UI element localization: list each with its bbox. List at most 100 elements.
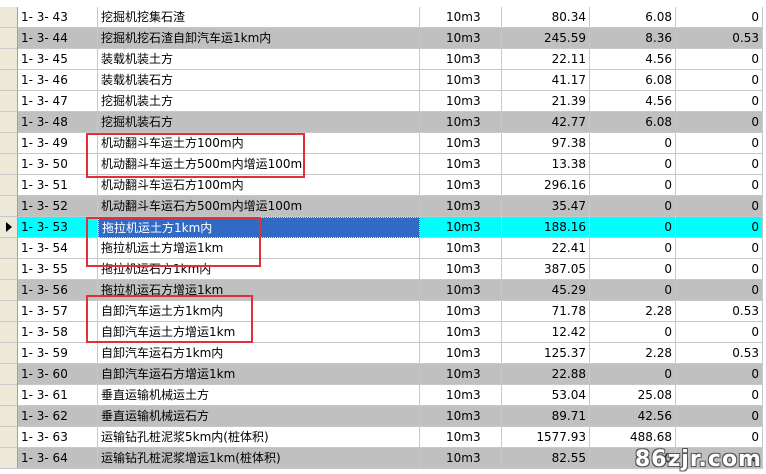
unit-cell[interactable]: 10m3: [420, 217, 502, 238]
row-indicator[interactable]: [0, 175, 18, 196]
table-row[interactable]: 1- 3- 54 拖拉机运土方增运1km 10m3 22.41 0 0: [0, 238, 766, 259]
table-row[interactable]: 1- 3- 46 装载机装石方 10m3 41.17 6.08 0: [0, 70, 766, 91]
table-row[interactable]: 1- 3- 57 自卸汽车运土方1km内 10m3 71.78 2.28 0.53: [0, 301, 766, 322]
value-cell-1[interactable]: 22.88: [502, 364, 590, 385]
value-cell-1[interactable]: 296.16: [502, 175, 590, 196]
unit-cell[interactable]: 10m3: [420, 406, 502, 427]
unit-cell[interactable]: 10m3: [420, 238, 502, 259]
value-cell-1[interactable]: 13.38: [502, 154, 590, 175]
table-row[interactable]: 1- 3- 53 拖拉机运土方1km内 10m3 188.16 0 0: [0, 217, 766, 238]
value-cell-2[interactable]: 0: [590, 322, 676, 343]
row-indicator[interactable]: [0, 385, 18, 406]
value-cell-1[interactable]: 80.34: [502, 7, 590, 28]
table-row[interactable]: 1- 3- 63 运输钻孔桩泥浆5km内(桩体积) 10m3 1577.93 488.6…: [0, 427, 766, 448]
unit-cell[interactable]: 10m3: [420, 154, 502, 175]
name-cell[interactable]: 自卸汽车运土方增运1km: [98, 322, 420, 343]
value-cell-1[interactable]: 42.77: [502, 112, 590, 133]
value-cell-3[interactable]: 0: [676, 259, 763, 280]
value-cell-1[interactable]: 245.59: [502, 28, 590, 49]
value-cell-1[interactable]: 82.55: [502, 448, 590, 469]
row-indicator[interactable]: [0, 7, 18, 28]
unit-cell[interactable]: 10m3: [420, 175, 502, 196]
unit-cell[interactable]: 10m3: [420, 28, 502, 49]
value-cell-3[interactable]: 0: [676, 133, 763, 154]
row-indicator[interactable]: [0, 448, 18, 469]
row-indicator[interactable]: [0, 238, 18, 259]
name-cell[interactable]: 垂直运输机械运石方: [98, 406, 420, 427]
value-cell-1[interactable]: 35.47: [502, 196, 590, 217]
row-indicator[interactable]: [0, 322, 18, 343]
value-cell-2[interactable]: 8.36: [590, 28, 676, 49]
value-cell-1[interactable]: 12.42: [502, 322, 590, 343]
unit-cell[interactable]: 10m3: [420, 322, 502, 343]
unit-cell[interactable]: 10m3: [420, 301, 502, 322]
unit-cell[interactable]: 10m3: [420, 364, 502, 385]
value-cell-3[interactable]: 0: [676, 70, 763, 91]
row-indicator[interactable]: [0, 133, 18, 154]
value-cell-3[interactable]: 0: [676, 196, 763, 217]
table-row[interactable]: 1- 3- 59 自卸汽车运石方1km内 10m3 125.37 2.28 0.53: [0, 343, 766, 364]
unit-cell[interactable]: 10m3: [420, 49, 502, 70]
name-cell[interactable]: 拖拉机运土方增运1km: [98, 238, 420, 259]
row-indicator[interactable]: [0, 343, 18, 364]
table-row[interactable]: 1- 3- 60 自卸汽车运石方增运1km 10m3 22.88 0 0: [0, 364, 766, 385]
value-cell-2[interactable]: 0: [590, 175, 676, 196]
code-cell[interactable]: 1- 3- 59: [18, 343, 98, 364]
code-cell[interactable]: 1- 3- 50: [18, 154, 98, 175]
row-indicator[interactable]: [0, 427, 18, 448]
table-row[interactable]: 1- 3- 52 机动翻斗车运石方500m内增运100m 10m3 35.47 0 0: [0, 196, 766, 217]
value-cell-2[interactable]: 0: [590, 217, 676, 238]
value-cell-2[interactable]: 4.56: [590, 91, 676, 112]
table-row[interactable]: 1- 3- 44 挖掘机挖石渣自卸汽车运1km内 10m3 245.59 8.36 0.5…: [0, 28, 766, 49]
table-row[interactable]: 1- 3- 50 机动翻斗车运土方500m内增运100m 10m3 13.38 0 0: [0, 154, 766, 175]
name-cell[interactable]: 机动翻斗车运土方100m内: [98, 133, 420, 154]
value-cell-2[interactable]: 6.08: [590, 7, 676, 28]
code-cell[interactable]: 1- 3- 58: [18, 322, 98, 343]
value-cell-1[interactable]: 22.41: [502, 238, 590, 259]
value-cell-1[interactable]: 97.38: [502, 133, 590, 154]
unit-cell[interactable]: 10m3: [420, 133, 502, 154]
value-cell-2[interactable]: 0: [590, 238, 676, 259]
name-cell[interactable]: 挖掘机挖集石渣: [98, 7, 420, 28]
code-cell[interactable]: 1- 3- 61: [18, 385, 98, 406]
row-indicator[interactable]: [0, 280, 18, 301]
name-cell[interactable]: 挖掘机挖石渣自卸汽车运1km内: [98, 28, 420, 49]
table-row[interactable]: 1- 3- 43 挖掘机挖集石渣 10m3 80.34 6.08 0: [0, 7, 766, 28]
value-cell-3[interactable]: 0.53: [676, 343, 763, 364]
value-cell-3[interactable]: 0: [676, 112, 763, 133]
code-cell[interactable]: 1- 3- 64: [18, 448, 98, 469]
value-cell-3[interactable]: 0.53: [676, 28, 763, 49]
value-cell-2[interactable]: 42.56: [590, 406, 676, 427]
row-indicator[interactable]: [0, 28, 18, 49]
value-cell-3[interactable]: 0: [676, 175, 763, 196]
row-indicator[interactable]: [0, 49, 18, 70]
value-cell-3[interactable]: 0: [676, 49, 763, 70]
value-cell-3[interactable]: 0: [676, 154, 763, 175]
name-cell[interactable]: 自卸汽车运石方增运1km: [98, 364, 420, 385]
value-cell-1[interactable]: 41.17: [502, 70, 590, 91]
value-cell-3[interactable]: 0: [676, 385, 763, 406]
code-cell[interactable]: 1- 3- 43: [18, 7, 98, 28]
code-cell[interactable]: 1- 3- 49: [18, 133, 98, 154]
value-cell-2[interactable]: 2.28: [590, 343, 676, 364]
table-row[interactable]: 1- 3- 49 机动翻斗车运土方100m内 10m3 97.38 0 0: [0, 133, 766, 154]
code-cell[interactable]: 1- 3- 46: [18, 70, 98, 91]
row-indicator[interactable]: [0, 217, 18, 238]
name-cell[interactable]: 自卸汽车运土方1km内: [98, 301, 420, 322]
row-indicator[interactable]: [0, 259, 18, 280]
code-cell[interactable]: 1- 3- 47: [18, 91, 98, 112]
value-cell-1[interactable]: 45.29: [502, 280, 590, 301]
table-row[interactable]: 1- 3- 51 机动翻斗车运石方100m内 10m3 296.16 0 0: [0, 175, 766, 196]
table-row[interactable]: 1- 3- 62 垂直运输机械运石方 10m3 89.71 42.56 0: [0, 406, 766, 427]
value-cell-1[interactable]: 1577.93: [502, 427, 590, 448]
code-cell[interactable]: 1- 3- 60: [18, 364, 98, 385]
value-cell-1[interactable]: 71.78: [502, 301, 590, 322]
name-cell[interactable]: 运输钻孔桩泥浆5km内(桩体积): [98, 427, 420, 448]
row-indicator[interactable]: [0, 112, 18, 133]
name-cell[interactable]: 机动翻斗车运石方500m内增运100m: [98, 196, 420, 217]
unit-cell[interactable]: 10m3: [420, 448, 502, 469]
value-cell-3[interactable]: 0.53: [676, 301, 763, 322]
table-row[interactable]: 1- 3- 55 拖拉机运石方1km内 10m3 387.05 0 0: [0, 259, 766, 280]
name-cell[interactable]: 装载机装土方: [98, 49, 420, 70]
code-cell[interactable]: 1- 3- 53: [18, 217, 98, 238]
